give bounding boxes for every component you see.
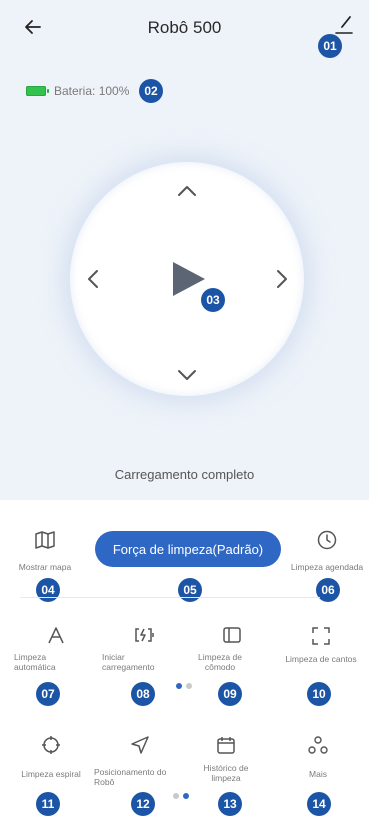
auto-cleaning-button[interactable]: Limpeza automática — [10, 626, 102, 672]
more-button[interactable]: Mais — [280, 735, 356, 779]
badge-09: 09 — [218, 682, 242, 706]
direction-pad — [70, 162, 304, 396]
cleaning-history-button[interactable]: Histórico de limpeza — [184, 735, 268, 783]
status-text: Carregamento completo — [114, 467, 255, 482]
badge-06: 06 — [316, 578, 340, 602]
room-icon — [223, 627, 241, 643]
badge-04: 04 — [36, 578, 60, 602]
spiral-cleaning-label: Limpeza espiral — [21, 769, 81, 779]
scheduled-cleaning-button[interactable]: Limpeza agendada — [286, 530, 368, 572]
arrow-right-nav-icon[interactable] — [275, 269, 289, 289]
badge-11: 11 — [36, 792, 60, 816]
start-charging-label: Iniciar carregamento — [102, 652, 155, 672]
show-map-label: Mostrar mapa — [18, 562, 72, 572]
target-icon — [42, 736, 60, 754]
show-map-button[interactable]: Mostrar mapa — [14, 530, 76, 572]
page-dot-active — [183, 793, 189, 799]
page-indicator-2 — [173, 793, 189, 799]
room-cleaning-label: Limpeza de cômodo — [198, 652, 242, 672]
badge-02: 02 — [139, 79, 163, 103]
cleaning-history-label: Histórico de limpeza — [203, 763, 249, 783]
scheduled-cleaning-label: Limpeza agendada — [290, 562, 364, 572]
play-icon[interactable] — [171, 260, 207, 298]
badge-14: 14 — [307, 792, 331, 816]
robot-positioning-button[interactable]: Posicionamento do Robô — [94, 735, 186, 787]
page-title: Robô 500 — [147, 18, 222, 37]
corner-cleaning-label: Limpeza de cantos — [285, 654, 357, 664]
page-dot — [186, 683, 192, 689]
header: Robô 500 — [0, 0, 369, 60]
charging-battery-icon — [135, 628, 154, 642]
badge-13: 13 — [218, 792, 242, 816]
page-dot-active — [176, 683, 182, 689]
robot-positioning-label: Posicionamento do Robô — [94, 767, 167, 787]
map-icon — [35, 531, 55, 549]
cleaning-power-button[interactable]: Força de limpeza(Padrão) — [95, 531, 281, 567]
badge-12: 12 — [131, 792, 155, 816]
spiral-cleaning-button[interactable]: Limpeza espiral — [10, 735, 92, 779]
arrow-down-icon[interactable] — [177, 368, 197, 382]
room-cleaning-button[interactable]: Limpeza de cômodo — [186, 626, 278, 672]
battery-icon — [26, 86, 49, 96]
badge-08: 08 — [131, 682, 155, 706]
badge-01: 01 — [318, 34, 342, 58]
location-arrow-icon — [131, 736, 149, 754]
badge-05: 05 — [178, 578, 202, 602]
letter-a-icon — [48, 627, 64, 644]
arrow-left-nav-icon[interactable] — [86, 269, 100, 289]
corner-cleaning-button[interactable]: Limpeza de cantos — [274, 626, 368, 664]
badge-03: 03 — [201, 288, 225, 312]
badge-07: 07 — [36, 682, 60, 706]
calendar-icon — [217, 737, 235, 754]
battery-label: Bateria: 100% — [54, 84, 130, 98]
divider — [20, 597, 320, 598]
page-indicator-1 — [176, 683, 192, 689]
badge-10: 10 — [307, 682, 331, 706]
arrow-up-icon[interactable] — [177, 184, 197, 198]
corners-icon — [312, 627, 330, 645]
auto-cleaning-label: Limpeza automática — [14, 652, 56, 672]
page-dot — [173, 793, 179, 799]
more-icon — [308, 736, 328, 754]
pencil-icon[interactable] — [333, 14, 355, 36]
battery-status: Bateria: 100% — [26, 83, 129, 99]
clock-icon — [317, 530, 337, 550]
start-charging-button[interactable]: Iniciar carregamento — [100, 626, 190, 672]
more-label: Mais — [309, 769, 327, 779]
